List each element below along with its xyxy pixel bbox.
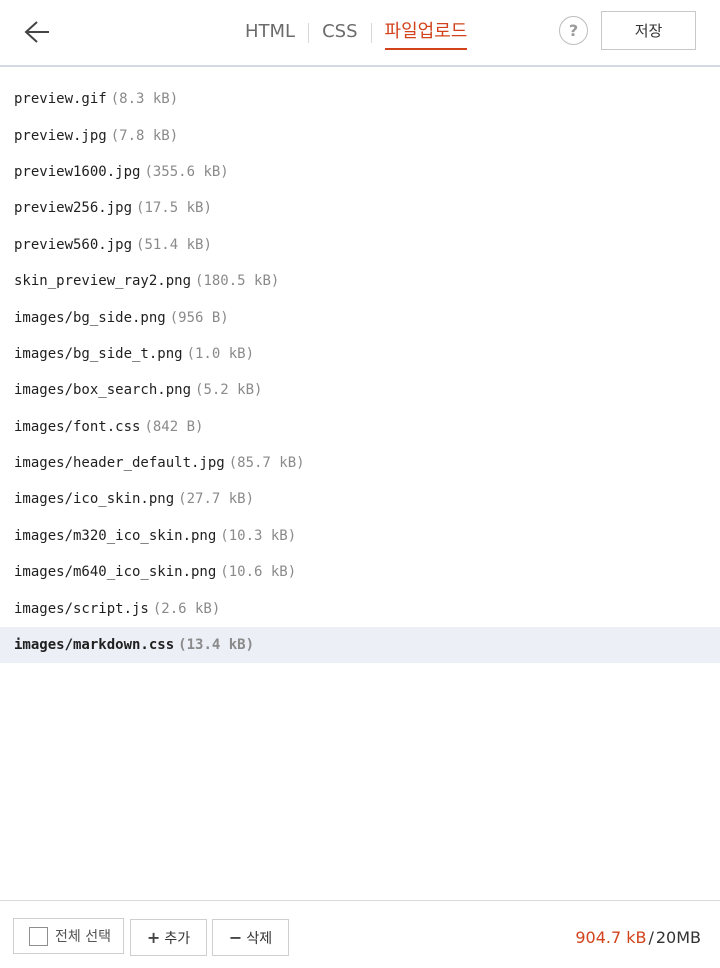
file-name: images/bg_side.png [14, 309, 166, 326]
file-size: (85.7 kB) [228, 455, 305, 472]
file-row-selected[interactable]: images/markdown.css (13.4 kB) [0, 626, 720, 664]
file-row[interactable]: preview560.jpg (51.4 kB) [0, 227, 720, 263]
plus-icon: + [146, 928, 161, 947]
file-row[interactable]: images/font.css (842 B) [0, 409, 720, 445]
question-icon: ? [568, 21, 579, 40]
tab-divider [308, 23, 310, 43]
file-name: images/ico_skin.png [14, 491, 175, 508]
minus-icon: − [228, 928, 243, 947]
tab-html[interactable]: HTML [235, 18, 305, 48]
file-name: images/font.css [14, 418, 141, 435]
delete-button[interactable]: − 삭제 [212, 919, 289, 956]
top-bar: HTML CSS 파일업로드 ? 저장 [0, 0, 720, 67]
usage-separator: / [648, 928, 654, 947]
file-row[interactable]: images/bg_side_t.png (1.0 kB) [0, 336, 720, 372]
tab-bar: HTML CSS 파일업로드 [235, 18, 478, 50]
tab-divider [370, 23, 372, 43]
arrow-left-icon [24, 21, 49, 43]
file-size: (2.6 kB) [152, 600, 221, 617]
file-size: (7.8 kB) [110, 127, 179, 144]
file-size: (10.6 kB) [220, 564, 297, 581]
save-button[interactable]: 저장 [601, 11, 696, 50]
file-size: (13.4 kB) [178, 637, 255, 654]
select-all-label: 전체 선택 [55, 929, 111, 945]
file-name: skin_preview_ray2.png [14, 273, 192, 290]
file-size: (17.5 kB) [136, 200, 212, 217]
file-list: preview.gif (8.3 kB) preview.jpg (7.8 kB… [0, 81, 720, 664]
file-name: images/script.js [14, 600, 149, 617]
file-row[interactable]: preview256.jpg (17.5 kB) [0, 190, 720, 226]
file-size: (51.4 kB) [136, 236, 212, 253]
add-label: 추가 [164, 930, 191, 947]
file-name: preview.gif [14, 91, 107, 108]
usage-used: 904.7 kB [575, 928, 647, 947]
file-row[interactable]: images/m320_ico_skin.png (10.3 kB) [0, 518, 720, 554]
storage-usage: 904.7 kB / 20MB [575, 928, 701, 947]
file-row[interactable]: skin_preview_ray2.png (180.5 kB) [0, 263, 720, 299]
file-row[interactable]: images/script.js (2.6 kB) [0, 590, 720, 626]
file-name: preview1600.jpg [14, 163, 141, 180]
file-size: (5.2 kB) [195, 382, 263, 399]
file-row[interactable]: images/m640_ico_skin.png (10.6 kB) [0, 554, 720, 590]
file-size: (956 B) [169, 309, 229, 326]
file-row[interactable]: preview.jpg (7.8 kB) [0, 117, 720, 153]
file-size: (8.3 kB) [110, 91, 179, 108]
file-size: (355.6 kB) [144, 163, 229, 180]
usage-total: 20MB [655, 928, 701, 947]
file-name: images/box_search.png [14, 382, 192, 399]
file-name: images/m320_ico_skin.png [14, 527, 217, 544]
select-all-checkbox[interactable]: 전체 선택 [13, 918, 124, 954]
file-row[interactable]: images/bg_side.png (956 B) [0, 299, 720, 335]
add-button[interactable]: + 추가 [130, 919, 207, 956]
file-size: (10.3 kB) [220, 527, 297, 544]
file-size: (27.7 kB) [178, 491, 255, 508]
file-name: preview256.jpg [14, 200, 133, 217]
back-button[interactable] [18, 14, 56, 50]
file-size: (1.0 kB) [186, 345, 255, 362]
file-name: images/markdown.css [14, 637, 175, 654]
file-name: images/header_default.jpg [14, 455, 225, 472]
file-row[interactable]: images/box_search.png (5.2 kB) [0, 372, 720, 408]
file-row[interactable]: preview.gif (8.3 kB) [0, 81, 720, 117]
file-size: (842 B) [144, 418, 204, 435]
help-button[interactable]: ? [559, 16, 588, 45]
checkbox-icon[interactable] [29, 926, 48, 946]
file-name: preview560.jpg [14, 236, 133, 253]
tab-css[interactable]: CSS [312, 18, 367, 48]
file-name: images/m640_ico_skin.png [14, 564, 217, 581]
file-row[interactable]: images/header_default.jpg (85.7 kB) [0, 445, 720, 481]
file-name: images/bg_side_t.png [14, 345, 183, 362]
file-row[interactable]: images/ico_skin.png (27.7 kB) [0, 481, 720, 517]
file-size: (180.5 kB) [195, 273, 280, 290]
tab-file-upload[interactable]: 파일업로드 [375, 18, 478, 50]
file-name: preview.jpg [14, 127, 107, 144]
delete-label: 삭제 [246, 930, 273, 947]
file-row[interactable]: preview1600.jpg (355.6 kB) [0, 154, 720, 190]
